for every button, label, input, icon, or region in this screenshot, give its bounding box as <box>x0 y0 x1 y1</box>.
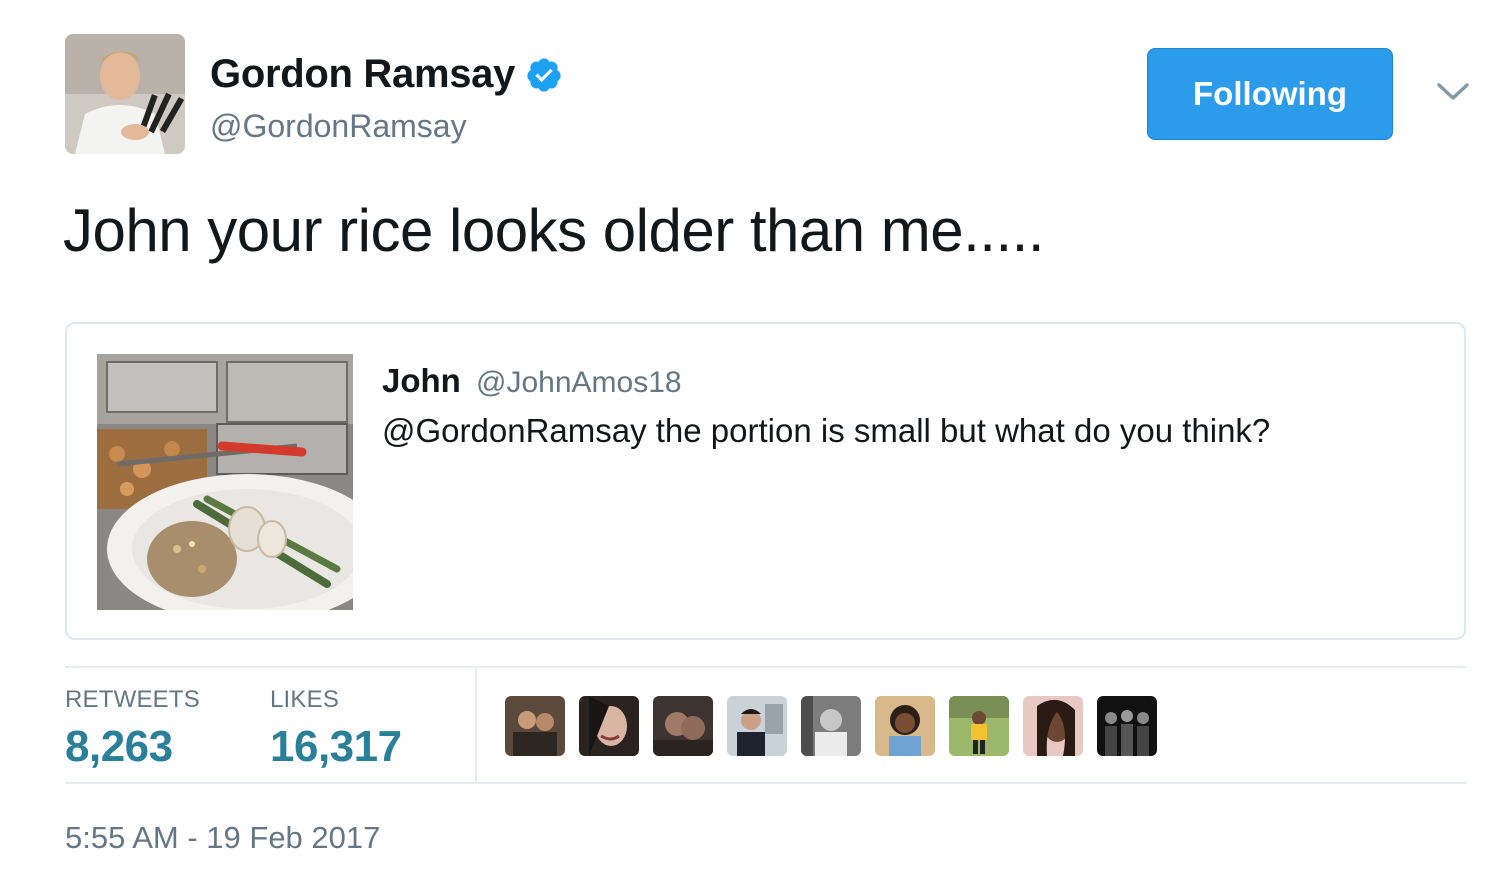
quoted-author-name[interactable]: John <box>382 362 461 399</box>
quoted-author-handle[interactable]: @JohnAmos18 <box>476 366 682 399</box>
author-name-row: Gordon Ramsay <box>210 52 563 97</box>
stats-divider <box>475 668 477 784</box>
liker-avatar[interactable] <box>579 696 639 756</box>
liker-avatar[interactable] <box>727 696 787 756</box>
retweets-stat[interactable]: RETWEETS 8,263 <box>65 686 200 772</box>
liker-avatar[interactable] <box>1097 696 1157 756</box>
tweet-stats: RETWEETS 8,263 LIKES 16,317 <box>65 666 1466 784</box>
author-avatar[interactable] <box>65 34 185 154</box>
tweet-timestamp[interactable]: 5:55 AM - 19 Feb 2017 <box>65 820 380 856</box>
retweets-count: 8,263 <box>65 722 173 771</box>
liker-avatar[interactable] <box>875 696 935 756</box>
likes-label: LIKES <box>270 686 340 713</box>
author-display-name[interactable]: Gordon Ramsay <box>210 52 515 97</box>
tweet-text: John your rice looks older than me..... <box>63 197 1045 264</box>
food-photo-image <box>97 354 353 610</box>
liker-avatar[interactable] <box>801 696 861 756</box>
liker-avatar[interactable] <box>505 696 565 756</box>
quoted-tweet-card[interactable]: John @JohnAmos18 @GordonRamsay the porti… <box>65 322 1466 640</box>
retweets-label: RETWEETS <box>65 686 200 713</box>
quoted-tweet-media[interactable] <box>97 354 353 610</box>
verified-badge-icon <box>525 56 563 94</box>
likes-count: 16,317 <box>270 722 402 771</box>
author-handle[interactable]: @GordonRamsay <box>210 108 467 145</box>
liker-avatar[interactable] <box>653 696 713 756</box>
liker-avatar[interactable] <box>949 696 1009 756</box>
liker-avatar[interactable] <box>1023 696 1083 756</box>
chevron-down-icon[interactable] <box>1436 80 1470 104</box>
quoted-tweet-text: @GordonRamsay the portion is small but w… <box>382 412 1271 449</box>
liker-avatars <box>505 696 1157 756</box>
quoted-tweet-header: John @JohnAmos18 <box>382 362 682 400</box>
following-button[interactable]: Following <box>1147 48 1393 140</box>
likes-stat[interactable]: LIKES 16,317 <box>270 686 402 772</box>
author-avatar-image <box>65 34 185 154</box>
